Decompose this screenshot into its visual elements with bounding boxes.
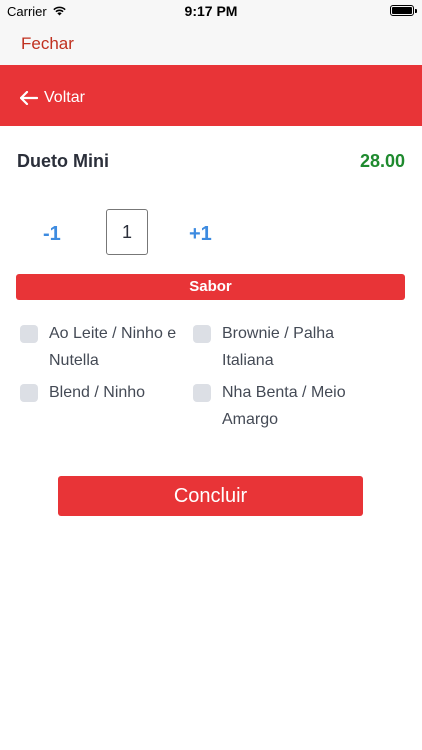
flavor-option[interactable]: Brownie / Palha Italiana xyxy=(193,324,363,374)
checkbox[interactable] xyxy=(20,325,38,343)
flavor-option[interactable]: Blend / Ninho xyxy=(20,383,180,406)
flavor-option-label: Blend / Ninho xyxy=(49,384,146,401)
status-bar: Carrier 9:17 PM xyxy=(0,0,422,22)
clock: 9:17 PM xyxy=(184,3,238,19)
quantity-field[interactable]: 1 xyxy=(106,209,148,255)
flavor-option-label: Ao Leite / Ninho e Nutella xyxy=(49,325,177,369)
header-bar: Voltar xyxy=(0,65,422,126)
decrement-button[interactable]: -1 xyxy=(43,223,61,246)
submit-button[interactable]: Concluir xyxy=(58,476,363,516)
flavor-option-label: Brownie / Palha Italiana xyxy=(222,325,335,369)
product-name: Dueto Mini xyxy=(17,151,109,171)
increment-button[interactable]: +1 xyxy=(189,223,212,246)
top-bar: Fechar xyxy=(0,22,422,65)
close-button[interactable]: Fechar xyxy=(21,34,74,54)
checkbox[interactable] xyxy=(193,384,211,402)
back-label: Voltar xyxy=(44,89,85,106)
flavor-option[interactable]: Ao Leite / Ninho e Nutella xyxy=(20,324,180,374)
battery-icon xyxy=(390,5,417,16)
back-button[interactable]: Voltar xyxy=(20,89,85,107)
flavor-option[interactable]: Nha Benta / Meio Amargo xyxy=(193,383,363,433)
arrow-left-icon xyxy=(20,91,38,105)
checkbox[interactable] xyxy=(20,384,38,402)
checkbox[interactable] xyxy=(193,325,211,343)
flavor-section-title: Sabor xyxy=(16,274,405,300)
flavor-option-label: Nha Benta / Meio Amargo xyxy=(222,384,346,428)
product-price: 28.00 xyxy=(359,151,405,171)
